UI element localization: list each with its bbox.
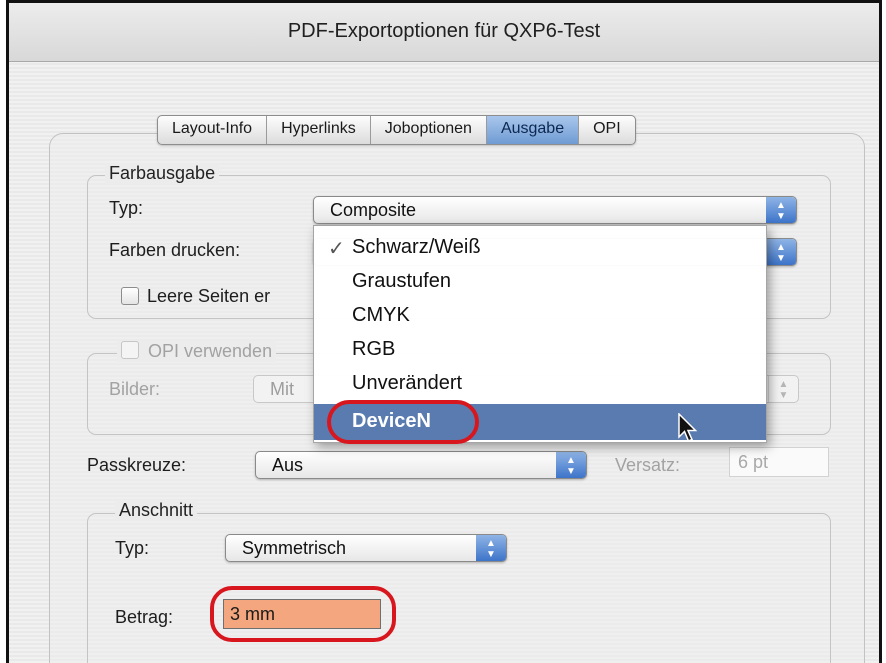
opi-legend: OPI verwenden [117, 341, 277, 362]
bilder-label: Bilder: [109, 379, 161, 399]
tab-layout-info[interactable]: Layout-Info [158, 116, 268, 144]
popup-arrows-icon: ▲ ▼ [476, 535, 506, 561]
typ-value: Composite [330, 200, 417, 220]
passkreuze-popup[interactable]: Aus ▲ ▼ [255, 451, 587, 479]
tab-ausgabe[interactable]: Ausgabe [486, 116, 580, 144]
versatz-label: Versatz: [615, 455, 681, 475]
farben-drucken-label: Farben drucken: [109, 240, 241, 260]
farbausgabe-legend: Farbausgabe [105, 163, 220, 184]
leere-seiten-checkbox[interactable] [121, 287, 139, 305]
anschnitt-typ-popup[interactable]: Symmetrisch ▲ ▼ [225, 534, 507, 562]
tab-hyperlinks[interactable]: Hyperlinks [267, 116, 371, 144]
menu-item-unveraendert[interactable]: Unverändert [314, 368, 766, 401]
anschnitt-typ-label: Typ: [115, 538, 150, 558]
mouse-cursor-icon [678, 413, 698, 442]
tab-joboptionen[interactable]: Joboptionen [371, 116, 487, 144]
tab-opi[interactable]: OPI [579, 116, 635, 144]
menu-item-schwarz-weiss[interactable]: ✓ Schwarz/Weiß [314, 232, 766, 265]
window-title: PDF-Exportoptionen für QXP6-Test [287, 20, 601, 42]
bilder-value: Mit [270, 379, 294, 399]
checkmark-icon: ✓ [328, 238, 345, 260]
popup-arrows-icon: ▲ ▼ [768, 376, 798, 402]
anschnitt-legend: Anschnitt [115, 500, 198, 521]
typ-popup[interactable]: Composite ▲ ▼ [313, 196, 797, 224]
versatz-field[interactable]: 6 pt [729, 447, 829, 477]
tab-bar: Layout-Info Hyperlinks Joboptionen Ausga… [157, 115, 636, 145]
opi-checkbox-label: OPI verwenden [148, 341, 273, 361]
passkreuze-label: Passkreuze: [87, 455, 187, 475]
popup-arrows-icon: ▲ ▼ [766, 197, 796, 223]
devicen-highlight-ring [327, 400, 479, 444]
dialog-window: PDF-Exportoptionen für QXP6-Test Layout-… [6, 0, 882, 663]
menu-item-graustufen[interactable]: Graustufen [314, 266, 766, 299]
betrag-label: Betrag: [115, 607, 174, 627]
popup-arrows-icon: ▲ ▼ [556, 452, 586, 478]
menu-item-cmyk[interactable]: CMYK [314, 300, 766, 333]
betrag-highlight-ring [210, 586, 396, 642]
leere-seiten-label: Leere Seiten er [147, 286, 271, 306]
anschnitt-typ-value: Symmetrisch [242, 538, 347, 558]
title-bar[interactable]: PDF-Exportoptionen für QXP6-Test [9, 3, 879, 62]
typ-label: Typ: [109, 198, 144, 218]
opi-checkbox[interactable] [121, 341, 139, 359]
menu-item-rgb[interactable]: RGB [314, 334, 766, 367]
popup-arrows-icon: ▲ ▼ [766, 239, 796, 265]
passkreuze-value: Aus [272, 455, 304, 475]
